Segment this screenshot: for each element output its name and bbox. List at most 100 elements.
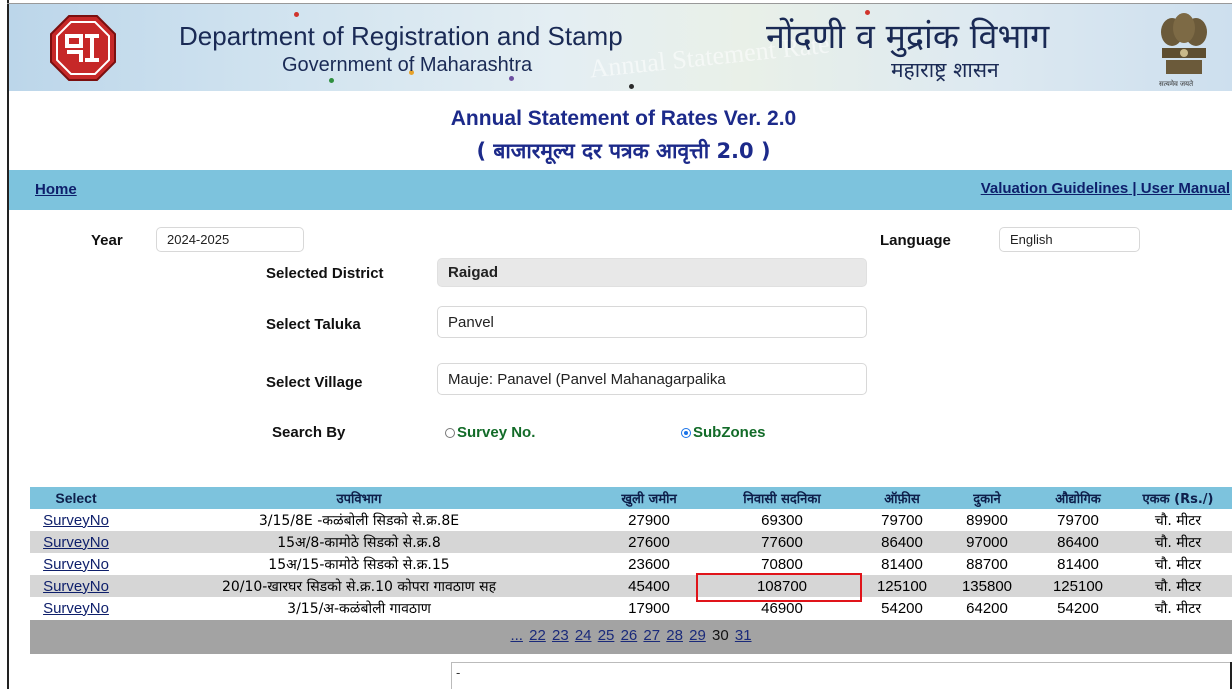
shops-cell: 97000 <box>942 531 1032 553</box>
banner-dot <box>629 84 634 89</box>
subdivision-cell: 20/10-खारघर सिडको से.क्र.10 कोपरा गावठाण… <box>122 575 596 597</box>
bottom-text-box[interactable]: - <box>451 662 1232 689</box>
unit-cell: चौ. मीटर <box>1154 600 1202 617</box>
col-header-industrial: औद्योगिक <box>1032 487 1124 509</box>
year-label: Year <box>91 232 123 249</box>
user-manual-link[interactable]: User Manual <box>1141 180 1230 197</box>
col-header-unit: एकक (Rs./) <box>1124 487 1232 509</box>
col-header-residential: निवासी सदनिका <box>702 487 862 509</box>
open-land-cell: 17900 <box>628 599 670 617</box>
unit-cell: चौ. मीटर <box>1154 556 1202 573</box>
highlight-box <box>696 573 862 602</box>
table-header-row: Select उपविभाग खुली जमीन निवासी सदनिका ऑ… <box>30 487 1232 509</box>
nav-separator: | <box>1128 180 1141 197</box>
open-land-cell: 27600 <box>596 531 702 553</box>
nav-bar: Home Valuation Guidelines | User Manual <box>9 170 1232 210</box>
emblem-caption: सत्यमेव जयते <box>1159 81 1194 88</box>
pager-ellipsis-link[interactable]: ... <box>510 627 523 644</box>
surveyno-link[interactable]: SurveyNo <box>30 553 122 575</box>
pager-page-link[interactable]: 28 <box>666 627 683 644</box>
industrial-cell: 54200 <box>1057 599 1099 617</box>
pager-page-link[interactable]: 31 <box>735 627 752 644</box>
taluka-select[interactable]: Panvel <box>437 306 867 338</box>
rates-table: Select उपविभाग खुली जमीन निवासी सदनिका ऑ… <box>30 487 1232 619</box>
survey-no-radio-label: Survey No. <box>457 424 536 441</box>
radio-unchecked-icon <box>445 427 455 438</box>
nav-right-links: Valuation Guidelines | User Manual <box>981 180 1230 197</box>
unit-cell: चौ. मीटर <box>1124 575 1232 597</box>
residential-cell: 70800 <box>761 555 803 573</box>
industrial-cell: 79700 <box>1057 511 1099 529</box>
subdivision-cell: 15अ/15-कामोठे सिडको से.क्र.15 <box>268 556 450 573</box>
office-cell: 81400 <box>881 555 923 573</box>
surveyno-link[interactable]: SurveyNo <box>30 597 122 619</box>
search-by-label: Search By <box>272 424 346 441</box>
language-label: Language <box>880 232 951 249</box>
pager-page-link[interactable]: 25 <box>598 627 615 644</box>
shops-cell: 135800 <box>942 575 1032 597</box>
residential-cell: 69300 <box>761 511 803 529</box>
office-cell: 79700 <box>881 511 923 529</box>
office-cell: 54200 <box>881 599 923 617</box>
open-land-cell: 27900 <box>628 511 670 529</box>
table-row: SurveyNo 15अ/15-कामोठे सिडको से.क्र.15 2… <box>30 553 1232 575</box>
industrial-cell: 86400 <box>1032 531 1124 553</box>
pager-page-link[interactable]: 26 <box>621 627 638 644</box>
subdivision-cell: 15अ/8-कामोठे सिडको से.क्र.8 <box>122 531 596 553</box>
taluka-label: Select Taluka <box>266 316 361 333</box>
valuation-guidelines-link[interactable]: Valuation Guidelines <box>981 180 1129 197</box>
table-row: SurveyNo 15अ/8-कामोठे सिडको से.क्र.8 276… <box>30 531 1232 553</box>
header-title-english: Department of Registration and Stamp <box>179 21 623 51</box>
shops-cell: 64200 <box>966 599 1008 617</box>
office-cell: 86400 <box>862 531 942 553</box>
banner-dot <box>329 78 334 83</box>
pager-page-link[interactable]: 24 <box>575 627 592 644</box>
unit-cell: चौ. मीटर <box>1154 512 1202 529</box>
radio-checked-icon <box>681 427 691 438</box>
col-header-office: ऑफ़ीस <box>862 487 942 509</box>
village-select[interactable]: Mauje: Panavel (Panvel Mahanagarpalika <box>437 363 867 395</box>
page-title-marathi: ( बाजारमूल्य दर पत्रक आवृत्ती 2.0 ) <box>476 139 771 163</box>
year-select[interactable]: 2024-2025 <box>156 227 304 252</box>
language-select[interactable]: English <box>999 227 1140 252</box>
industrial-cell: 125100 <box>1032 575 1124 597</box>
pager-page-link[interactable]: 27 <box>643 627 660 644</box>
shops-cell: 88700 <box>966 555 1008 573</box>
subdivision-cell: 3/15/अ-कळंबोली गावठाण <box>287 600 431 617</box>
subzones-radio-label: SubZones <box>693 424 766 441</box>
col-header-subdivision: उपविभाग <box>122 487 596 509</box>
surveyno-link[interactable]: SurveyNo <box>30 509 122 531</box>
industrial-cell: 81400 <box>1057 555 1099 573</box>
header-title-marathi: नोंदणी व मुद्रांक विभाग <box>766 17 1050 57</box>
table-row: SurveyNo 3/15/8E -कळंबोली सिडको से.क्र.8… <box>30 509 1232 531</box>
open-land-cell: 45400 <box>596 575 702 597</box>
pager-page-link[interactable]: 29 <box>689 627 706 644</box>
survey-no-radio[interactable]: Survey No. <box>445 424 535 441</box>
header-subtitle-marathi: महाराष्ट्र शासन <box>891 58 999 82</box>
open-land-cell: 23600 <box>628 555 670 573</box>
subzones-radio[interactable]: SubZones <box>681 424 766 441</box>
col-header-open-land: खुली जमीन <box>596 487 702 509</box>
col-header-select: Select <box>30 487 122 509</box>
surveyno-link[interactable]: SurveyNo <box>30 531 122 553</box>
subdivision-cell: 3/15/8E -कळंबोली सिडको से.क्र.8E <box>258 512 460 529</box>
banner-dot <box>294 12 299 17</box>
district-field: Raigad <box>437 258 867 287</box>
surveyno-link[interactable]: SurveyNo <box>30 575 122 597</box>
village-label: Select Village <box>266 374 363 391</box>
unit-cell: चौ. मीटर <box>1124 531 1232 553</box>
home-link[interactable]: Home <box>35 181 77 198</box>
header-subtitle-english: Government of Maharashtra <box>282 54 533 76</box>
pager-page-link[interactable]: 22 <box>529 627 546 644</box>
table-row: SurveyNo 3/15/अ-कळंबोली गावठाण 17900 469… <box>30 597 1232 619</box>
header-banner: Annual Statement Rate Department of Regi… <box>9 4 1232 91</box>
district-label: Selected District <box>266 265 384 282</box>
frame-left-border <box>7 0 9 689</box>
col-header-shops: दुकाने <box>942 487 1032 509</box>
pager-page-link[interactable]: 23 <box>552 627 569 644</box>
state-emblem-icon <box>1161 13 1207 74</box>
pagination: ... 22 23 24 25 26 27 28 29 30 31 <box>30 620 1232 654</box>
department-logo <box>50 15 116 81</box>
pager-current-page: 30 <box>712 627 729 644</box>
table-row: SurveyNo 20/10-खारघर सिडको से.क्र.10 कोप… <box>30 575 1232 597</box>
